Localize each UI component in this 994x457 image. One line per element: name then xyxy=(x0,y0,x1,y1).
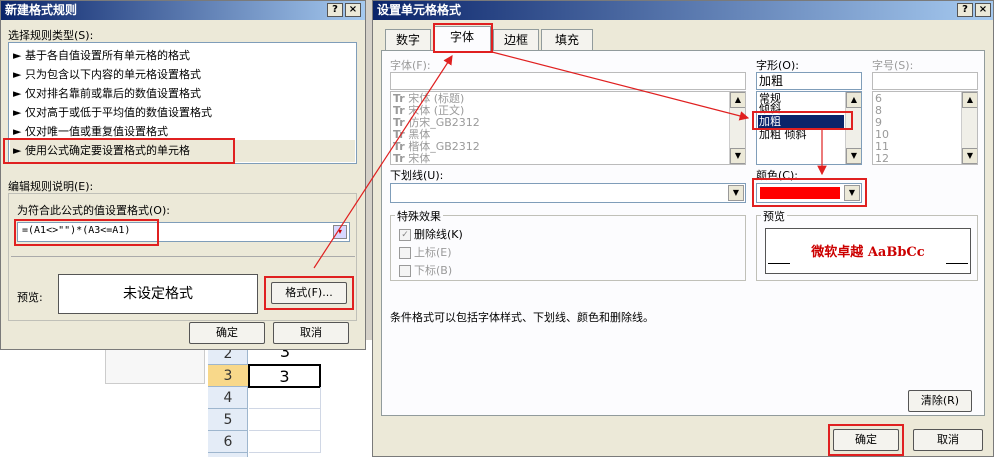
arrow-to-bold xyxy=(491,51,750,121)
highlight-font-tab xyxy=(433,23,493,53)
annotation-arrows xyxy=(313,51,827,269)
arrow-to-font-tab xyxy=(313,54,453,269)
